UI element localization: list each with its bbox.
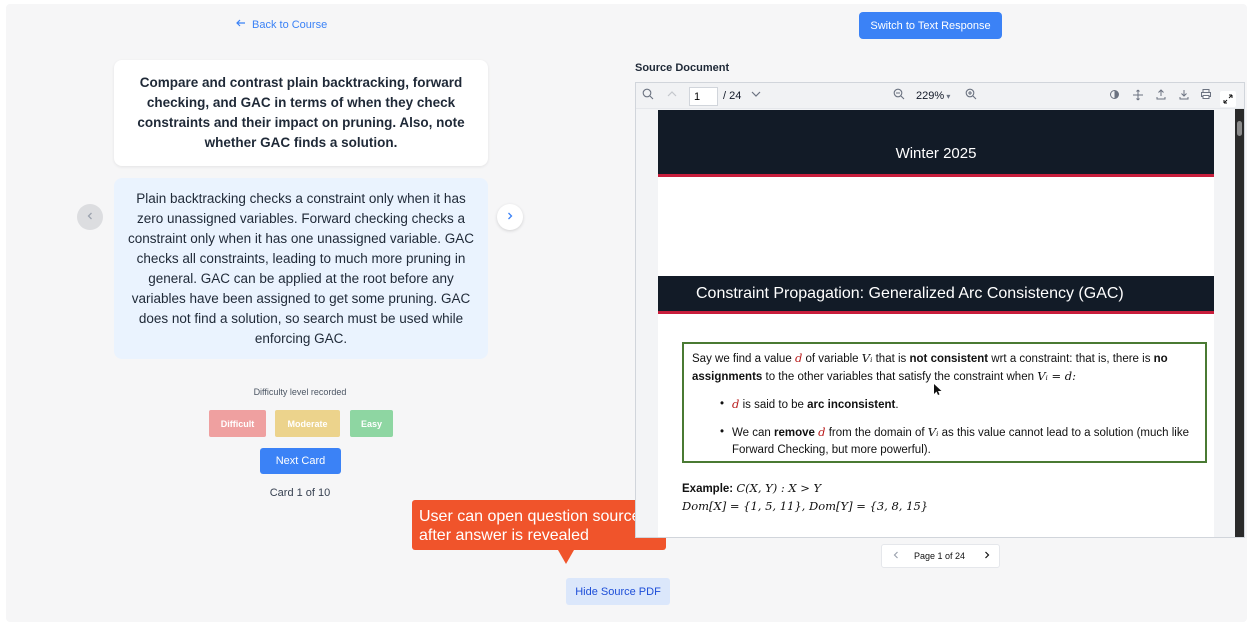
moderate-button[interactable]: Moderate [275,410,340,437]
mouse-cursor-icon [934,383,942,401]
answer-card: Plain backtracking checks a constraint o… [114,178,488,359]
pdf-math: C(X, Y) : X > Y [736,481,822,495]
scrollbar-track[interactable] [1235,109,1244,537]
back-to-course-link[interactable]: Back to Course [236,18,327,31]
switch-to-text-response-button[interactable]: Switch to Text Response [859,12,1002,39]
fullscreen-icon[interactable] [1220,91,1236,107]
previous-card-button[interactable] [77,204,103,230]
zoom-out-icon[interactable] [893,88,905,100]
search-icon[interactable] [642,88,654,100]
chevron-up-icon[interactable] [666,89,678,99]
slide-header-text: Winter 2025 [895,145,977,162]
pdf-text: of variable [805,353,859,365]
annotation-callout: User can open question source after answ… [412,500,666,550]
pdf-pager: Page 1 of 24 [881,544,1000,568]
zoom-level[interactable]: 229% ▾ [916,90,950,102]
pdf-math: d [732,397,740,411]
print-icon[interactable] [1200,88,1212,100]
page-total: / 24 [723,90,742,102]
pdf-text: Say we find a value [692,353,792,365]
upload-icon[interactable] [1155,88,1167,100]
slide-header-banner: Winter 2025 [658,110,1214,177]
slide-title-text: Constraint Propagation: Generalized Arc … [696,285,1124,302]
card-counter: Card 1 of 10 [269,487,331,499]
previous-page-button[interactable] [892,550,900,562]
pdf-bold-text: Example: [682,483,734,495]
pdf-bold-text: arc inconsistent [807,399,896,411]
chevron-down-icon[interactable] [750,89,762,99]
pdf-bold-text: remove [773,427,815,439]
pdf-text: from the domain of [828,427,925,439]
callout-pointer [558,550,574,564]
pdf-text: is said to be [742,399,804,411]
definition-paragraph: Say we find a value d of variable Vᵢ tha… [692,350,1197,386]
callout-text: User can open question source after answ… [419,508,641,544]
pdf-math: Vᵢ = d: [1037,369,1077,383]
pdf-math: Vᵢ [927,425,939,439]
pdf-text: wrt a constraint: that is, there is [991,353,1151,365]
pdf-viewer: / 24 229% ▾ Winter 2025 [635,82,1245,538]
zoom-in-icon[interactable] [965,88,977,100]
pdf-text: to the other variables that satisfy the … [765,371,1034,383]
next-card-button[interactable]: Next Card [260,448,341,474]
source-document-label: Source Document [635,62,730,74]
caret-down-icon: ▾ [944,92,951,101]
chevron-right-icon [505,208,515,226]
scrollbar-thumb[interactable] [1237,121,1242,136]
example-block: Example: C(X, Y) : X > Y Dom[X] = {1, 5,… [682,480,928,515]
answer-text: Plain backtracking checks a constraint o… [128,190,474,346]
question-text: Compare and contrast plain backtracking,… [137,75,465,150]
page-indicator: Page 1 of 24 [914,551,966,561]
zoom-level-value: 229% [916,90,945,102]
difficult-button[interactable]: Difficult [209,410,266,437]
contrast-icon[interactable] [1109,89,1120,100]
next-page-button[interactable] [983,550,991,562]
pdf-toolbar: / 24 229% ▾ [636,83,1244,109]
pdf-text: We can [732,427,771,439]
pdf-page: Winter 2025 Constraint Propagation: Gene… [658,110,1214,537]
pdf-bold-text: not consistent [909,353,989,365]
pdf-math: Dom[X] = {1, 5, 11}, Dom[Y] = {3, 8, 15} [682,499,929,513]
easy-button[interactable]: Easy [350,410,393,437]
difficulty-status-label: Difficulty level recorded [253,387,347,397]
bullet-item: d is said to be arc inconsistent. [692,396,1197,414]
back-link-label: Back to Course [252,18,328,31]
question-card: Compare and contrast plain backtracking,… [114,60,488,166]
pdf-math: Vᵢ [861,351,873,365]
pan-icon[interactable] [1132,89,1144,101]
hide-source-pdf-button[interactable]: Hide Source PDF [566,578,670,605]
bullet-item: We can remove d from the domain of Vᵢ as… [692,424,1197,459]
definition-box: Say we find a value d of variable Vᵢ tha… [682,342,1207,463]
pdf-math: d [794,351,803,365]
pdf-text: that is [875,353,907,365]
next-card-arrow-button[interactable] [497,204,523,230]
download-icon[interactable] [1178,88,1190,100]
arrow-left-icon [236,18,246,31]
slide-title-banner: Constraint Propagation: Generalized Arc … [658,276,1214,314]
pdf-math: d [818,425,826,439]
page-number-input[interactable] [689,87,718,106]
chevron-left-icon [85,208,95,226]
